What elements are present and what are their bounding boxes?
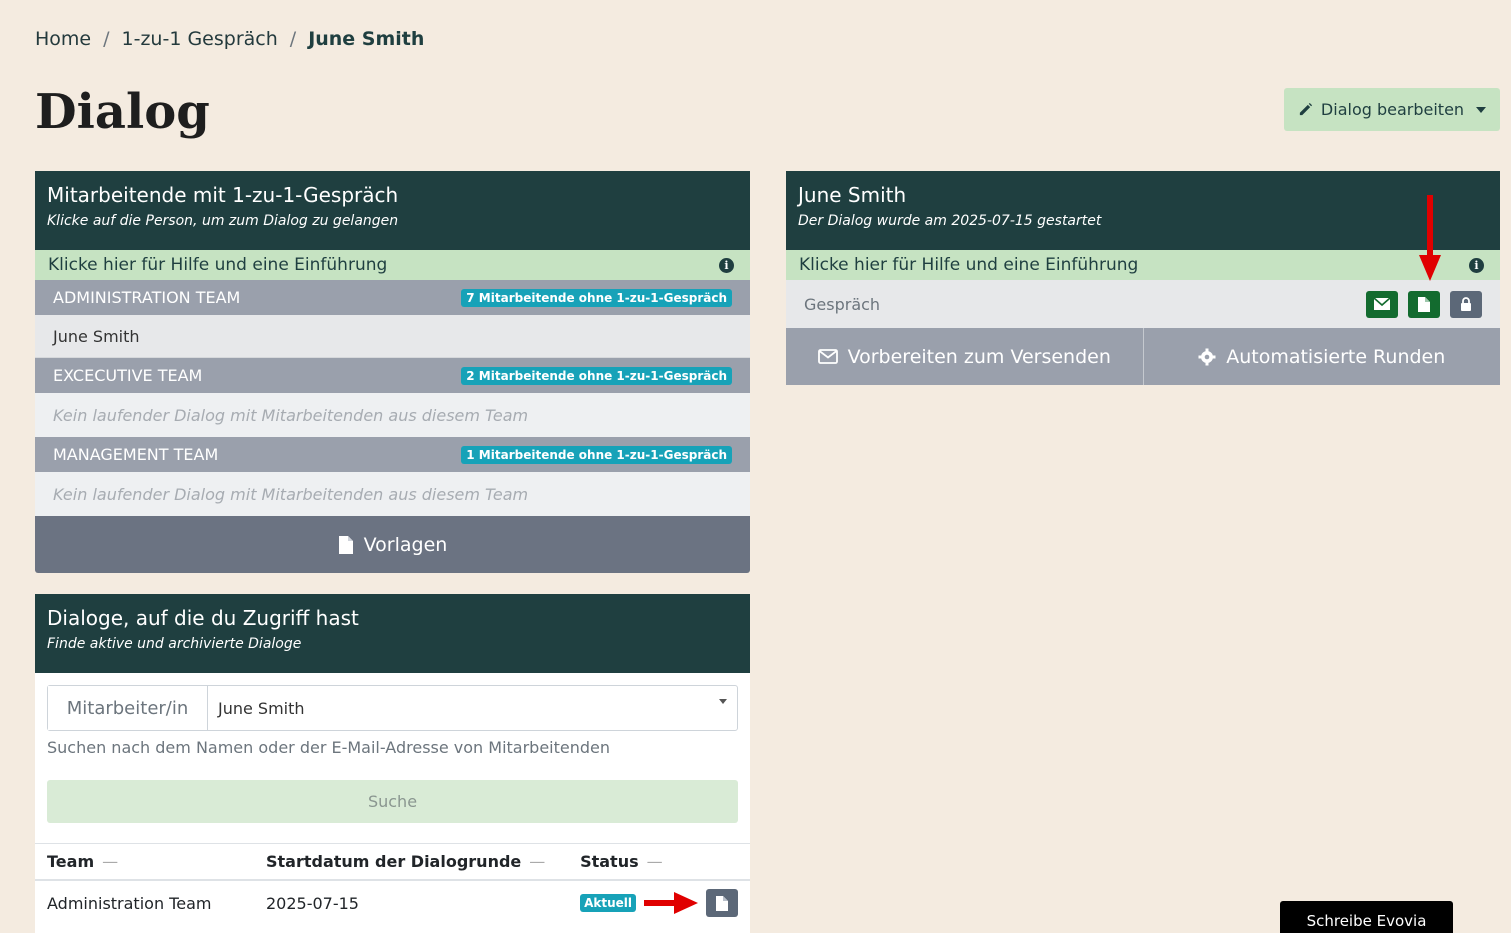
document-button[interactable]: [1408, 290, 1440, 318]
lock-button[interactable]: [1450, 290, 1482, 318]
help-label: Klicke hier für Hilfe und eine Einführun…: [48, 255, 388, 275]
employee-select-group: Mitarbeiter/in June Smith: [47, 685, 738, 731]
breadcrumb-current: June Smith: [308, 28, 425, 50]
employee-select-value: June Smith: [218, 698, 305, 718]
empty-team-message: Kein laufender Dialog mit Mitarbeitenden…: [35, 472, 750, 516]
envelope-icon: [1374, 298, 1390, 310]
panel-subtitle: Klicke auf die Person, um zum Dialog zu …: [47, 213, 399, 229]
prepare-send-button[interactable]: Vorbereiten zum Versenden: [786, 328, 1143, 385]
panel-header: Dialoge, auf die du Zugriff hast Finde a…: [35, 594, 750, 673]
envelope-outline-icon: [817, 349, 838, 364]
page-title: Dialog: [35, 84, 210, 140]
team-header: MANAGEMENT TEAM 1 Mitarbeitende ohne 1-z…: [35, 437, 750, 472]
panel-subtitle: Finde aktive und archivierte Dialoge: [47, 636, 302, 652]
dialog-panel: June Smith Der Dialog wurde am 2025-07-1…: [786, 171, 1500, 386]
panel-title: Mitarbeitende mit 1-zu-1-Gespräch: [47, 183, 399, 207]
employee-label: Mitarbeiter/in: [48, 686, 208, 730]
panel-header: Mitarbeitende mit 1-zu-1-Gespräch Klicke…: [35, 171, 750, 250]
column-header[interactable]: Team —: [35, 843, 254, 881]
dialogs-table: Team — Startdatum der Dialogrunde — Status…: [35, 843, 750, 925]
help-link[interactable]: Klicke hier für Hilfe und eine Einführun…: [786, 250, 1500, 280]
sort-icon: —: [529, 852, 546, 871]
team-header: ADMINISTRATION TEAM 7 Mitarbeitende ohne…: [35, 280, 750, 315]
annotation-arrow-down: [1419, 195, 1441, 281]
panel-subtitle: Der Dialog wurde am 2025-07-15 gestartet: [798, 213, 1102, 229]
search-button[interactable]: Suche: [47, 780, 738, 823]
file-icon: [716, 895, 728, 911]
breadcrumb: Home / 1-zu-1 Gespräch / June Smith: [35, 28, 424, 50]
info-icon: i: [719, 257, 734, 273]
automated-rounds-label: Automatisierte Runden: [1226, 345, 1446, 368]
sort-icon: —: [646, 852, 663, 871]
info-icon: i: [1469, 257, 1484, 273]
team-badge: 2 Mitarbeitende ohne 1-zu-1-Gespräch: [461, 366, 732, 385]
gear-icon: [1198, 348, 1216, 365]
edit-dialog-label: Dialog bearbeiten: [1320, 100, 1465, 119]
search-hint: Suchen nach dem Namen oder der E-Mail-Ad…: [47, 738, 611, 757]
access-panel: Dialoge, auf die du Zugriff hast Finde a…: [35, 594, 750, 933]
file-icon: [1418, 296, 1430, 312]
team-badge: 7 Mitarbeitende ohne 1-zu-1-Gespräch: [461, 288, 732, 307]
breadcrumb-home[interactable]: Home: [35, 28, 91, 50]
caret-down-icon: [1476, 106, 1487, 113]
column-header[interactable]: Startdatum der Dialogrunde —: [253, 843, 569, 881]
breadcrumb-separator: /: [103, 28, 110, 50]
team-badge: 1 Mitarbeitende ohne 1-zu-1-Gespräch: [461, 445, 732, 464]
team-name: EXCECUTIVE TEAM: [53, 366, 203, 385]
lock-icon: [1461, 297, 1471, 311]
team-name: ADMINISTRATION TEAM: [53, 288, 241, 307]
panel-title: Dialoge, auf die du Zugriff hast: [47, 606, 359, 630]
chat-button[interactable]: Schreibe Evovia: [1280, 901, 1453, 933]
dropdown-arrow-icon: [719, 698, 727, 704]
help-label: Klicke hier für Hilfe und eine Einführun…: [799, 255, 1139, 275]
team-header: EXCECUTIVE TEAM 2 Mitarbeitende ohne 1-z…: [35, 358, 750, 393]
employees-panel: Mitarbeitende mit 1-zu-1-Gespräch Klicke…: [35, 171, 750, 574]
breadcrumb-separator: /: [289, 28, 297, 50]
sort-icon: —: [102, 852, 119, 871]
templates-button[interactable]: Vorlagen: [35, 516, 750, 573]
conversation-label: Gespräch: [804, 294, 881, 314]
breadcrumb-section[interactable]: 1-zu-1 Gespräch: [122, 28, 278, 50]
employee-item[interactable]: June Smith: [35, 315, 750, 358]
open-dialog-button[interactable]: [706, 889, 738, 917]
team-name: MANAGEMENT TEAM: [53, 445, 219, 464]
templates-label: Vorlagen: [363, 533, 448, 556]
team-cell: Administration Team: [47, 893, 212, 913]
automated-rounds-button[interactable]: Automatisierte Runden: [1142, 328, 1500, 385]
email-button[interactable]: [1366, 290, 1398, 318]
column-header[interactable]: Status —: [568, 843, 750, 881]
empty-team-message: Kein laufender Dialog mit Mitarbeitenden…: [35, 393, 750, 437]
file-icon: [338, 535, 353, 554]
edit-dialog-button[interactable]: Dialog bearbeiten: [1284, 88, 1500, 131]
pencil-icon: [1299, 102, 1312, 116]
help-link[interactable]: Klicke hier für Hilfe und eine Einführun…: [35, 250, 750, 280]
status-badge: Aktuell: [580, 894, 636, 912]
conversation-row: Gespräch: [786, 280, 1500, 328]
table-row: Administration Team 2025-07-15 Aktuell: [35, 880, 750, 925]
employee-select[interactable]: June Smith: [208, 686, 737, 730]
prepare-send-label: Vorbereiten zum Versenden: [847, 345, 1111, 368]
annotation-arrow-right: [644, 892, 698, 914]
panel-header: June Smith Der Dialog wurde am 2025-07-1…: [786, 171, 1500, 250]
panel-title: June Smith: [798, 183, 907, 207]
start-date-cell: 2025-07-15: [265, 893, 359, 913]
